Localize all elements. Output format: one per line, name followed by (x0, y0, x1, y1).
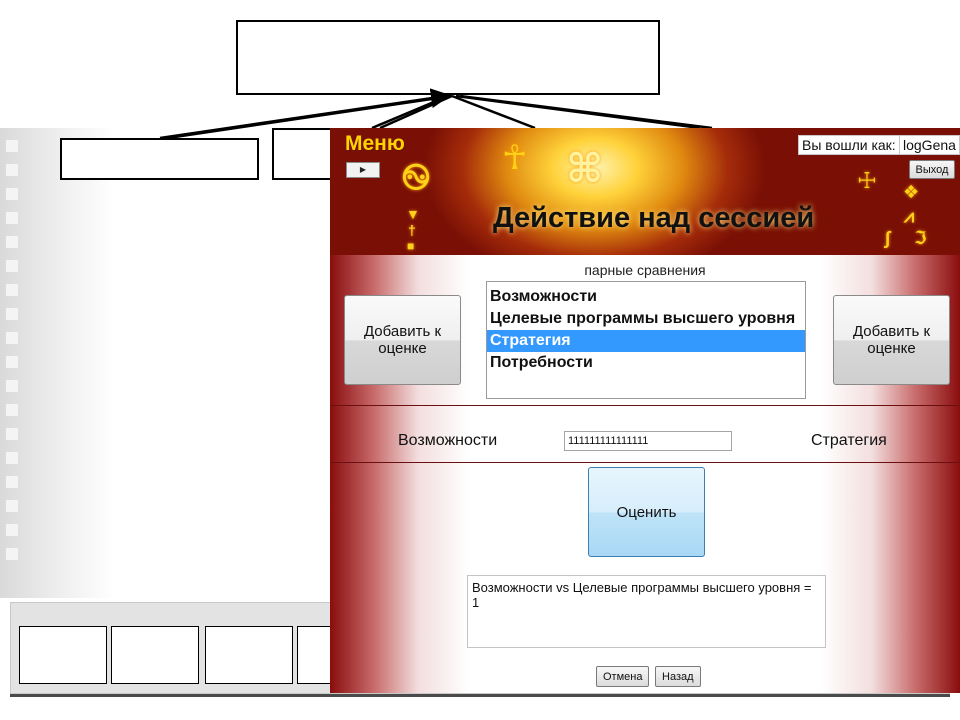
decorative-knot-icon: ⌘ (566, 147, 604, 191)
app-header: ࿊ ☥ ⌘ ☩ ❖ ▼ † ■ ⩘ ∫ ℑ Меню ▶ Вы вошли ка… (330, 128, 960, 257)
list-item[interactable]: Потребности (487, 352, 805, 374)
app-body: парные сравнения Добавить к оценке Возмо… (330, 255, 960, 693)
list-item[interactable]: Возможности (487, 286, 805, 308)
add-right-to-evaluation-button[interactable]: Добавить к оценке (833, 295, 950, 385)
cancel-button[interactable]: Отмена (596, 666, 650, 687)
comparisons-title: парные сравнения (584, 262, 706, 278)
pair-right-criterion: Стратегия (811, 432, 887, 449)
login-username: logGena (899, 135, 960, 155)
criteria-listbox[interactable]: Возможности Целевые программы высшего ур… (486, 281, 806, 399)
decorative-block-icon: ■ (407, 239, 415, 253)
results-textarea[interactable]: Возможности vs Целевые программы высшего… (467, 575, 826, 648)
decorative-ankh-icon: ☥ (502, 139, 528, 177)
section-divider (330, 405, 960, 406)
slide-bottom-line (10, 694, 950, 697)
section-divider (330, 462, 960, 463)
diagram-bottom-box-1 (19, 626, 107, 684)
pair-left-criterion: Возможности (398, 432, 498, 449)
app-window: ࿊ ☥ ⌘ ☩ ❖ ▼ † ■ ⩘ ∫ ℑ Меню ▶ Вы вошли ка… (330, 128, 960, 693)
decorative-dagger-icon-2: † (408, 222, 416, 238)
menu-label[interactable]: Меню (345, 132, 405, 156)
evaluate-button[interactable]: Оценить (588, 467, 705, 557)
logout-button[interactable]: Выход (909, 160, 955, 179)
comparison-value-input[interactable] (564, 431, 732, 451)
add-left-to-evaluation-button[interactable]: Добавить к оценке (344, 295, 461, 385)
list-item[interactable]: Целевые программы высшего уровня (487, 308, 805, 330)
decorative-cross-icon: ☩ (857, 168, 877, 193)
diagram-bottom-box-3 (205, 626, 293, 684)
triangle-right-icon[interactable]: ▶ (346, 162, 380, 178)
decorative-script-icon-2: ℑ (914, 228, 927, 248)
decorative-spiral-icon: ࿊ (402, 156, 431, 197)
back-button[interactable]: Назад (655, 666, 701, 687)
decorative-script-icon: ∫ (885, 228, 890, 248)
decorative-symbol-icon: ❖ (903, 182, 920, 202)
decorative-dagger-icon: ▼ (406, 206, 420, 222)
diagram-bottom-box-2 (111, 626, 199, 684)
list-item-selected[interactable]: Стратегия (487, 330, 805, 352)
login-label: Вы вошли как: (798, 135, 900, 155)
decorative-chevron-icon: ⩘ (904, 206, 915, 226)
page-title: Действие над сессией (493, 202, 815, 234)
